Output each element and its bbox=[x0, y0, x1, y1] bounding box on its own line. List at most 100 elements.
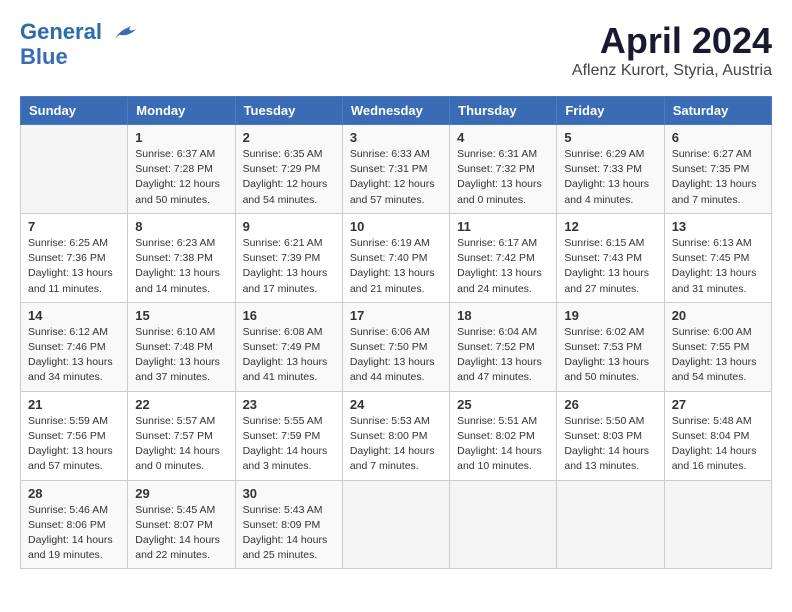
calendar-cell: 14 Sunrise: 6:12 AM Sunset: 7:46 PM Dayli… bbox=[21, 302, 128, 391]
calendar-cell: 20Sunrise: 6:00 AM Sunset: 7:55 PM Dayli… bbox=[664, 302, 771, 391]
cell-content: Sunrise: 6:29 AM Sunset: 7:33 PM Dayligh… bbox=[564, 147, 656, 208]
title-section: April 2024 Aflenz Kurort, Styria, Austri… bbox=[572, 20, 772, 80]
calendar-week-1: 1 Sunrise: 6:37 AM Sunset: 7:28 PM Daylig… bbox=[21, 125, 772, 214]
cell-content: Sunrise: 6:25 AM Sunset: 7:36 PM Dayligh… bbox=[28, 236, 120, 297]
day-number: 25 bbox=[457, 397, 549, 412]
calendar-week-3: 14 Sunrise: 6:12 AM Sunset: 7:46 PM Dayli… bbox=[21, 302, 772, 391]
cell-content: Sunrise: 5:55 AM Sunset: 7:59 PM Dayligh… bbox=[243, 414, 335, 475]
cell-content: Sunrise: 5:48 AM Sunset: 8:04 PM Dayligh… bbox=[672, 414, 764, 475]
day-number: 2 bbox=[243, 130, 335, 145]
cell-content: Sunrise: 6:37 AM Sunset: 7:28 PM Dayligh… bbox=[135, 147, 227, 208]
calendar-cell: 6 Sunrise: 6:27 AM Sunset: 7:35 PM Daylig… bbox=[664, 125, 771, 214]
calendar-cell: 3Sunrise: 6:33 AM Sunset: 7:31 PM Daylig… bbox=[342, 125, 449, 214]
day-number: 23 bbox=[243, 397, 335, 412]
day-number: 16 bbox=[243, 308, 335, 323]
day-number: 3 bbox=[350, 130, 442, 145]
calendar-cell bbox=[342, 480, 449, 569]
day-number: 22 bbox=[135, 397, 227, 412]
day-number: 18 bbox=[457, 308, 549, 323]
cell-content: Sunrise: 6:02 AM Sunset: 7:53 PM Dayligh… bbox=[564, 325, 656, 386]
cell-content: Sunrise: 6:23 AM Sunset: 7:38 PM Dayligh… bbox=[135, 236, 227, 297]
calendar-cell: 1 Sunrise: 6:37 AM Sunset: 7:28 PM Daylig… bbox=[128, 125, 235, 214]
cell-content: Sunrise: 6:35 AM Sunset: 7:29 PM Dayligh… bbox=[243, 147, 335, 208]
calendar-cell: 23 Sunrise: 5:55 AM Sunset: 7:59 PM Dayli… bbox=[235, 391, 342, 480]
cell-content: Sunrise: 5:43 AM Sunset: 8:09 PM Dayligh… bbox=[243, 503, 335, 564]
cell-content: Sunrise: 5:45 AM Sunset: 8:07 PM Dayligh… bbox=[135, 503, 227, 564]
calendar-cell: 27 Sunrise: 5:48 AM Sunset: 8:04 PM Dayli… bbox=[664, 391, 771, 480]
header-friday: Friday bbox=[557, 97, 664, 125]
calendar-cell: 25 Sunrise: 5:51 AM Sunset: 8:02 PM Dayli… bbox=[450, 391, 557, 480]
cell-content: Sunrise: 6:06 AM Sunset: 7:50 PM Dayligh… bbox=[350, 325, 442, 386]
logo-bird-icon bbox=[110, 21, 138, 45]
day-number: 28 bbox=[28, 486, 120, 501]
header-thursday: Thursday bbox=[450, 97, 557, 125]
calendar-header: SundayMondayTuesdayWednesdayThursdayFrid… bbox=[21, 97, 772, 125]
calendar-cell bbox=[450, 480, 557, 569]
cell-content: Sunrise: 6:12 AM Sunset: 7:46 PM Dayligh… bbox=[28, 325, 120, 386]
cell-content: Sunrise: 6:04 AM Sunset: 7:52 PM Dayligh… bbox=[457, 325, 549, 386]
header-sunday: Sunday bbox=[21, 97, 128, 125]
cell-content: Sunrise: 6:13 AM Sunset: 7:45 PM Dayligh… bbox=[672, 236, 764, 297]
logo-blue: Blue bbox=[20, 45, 138, 69]
calendar-cell: 30 Sunrise: 5:43 AM Sunset: 8:09 PM Dayli… bbox=[235, 480, 342, 569]
cell-content: Sunrise: 6:10 AM Sunset: 7:48 PM Dayligh… bbox=[135, 325, 227, 386]
day-number: 27 bbox=[672, 397, 764, 412]
calendar-week-5: 28 Sunrise: 5:46 AM Sunset: 8:06 PM Dayli… bbox=[21, 480, 772, 569]
calendar-cell bbox=[21, 125, 128, 214]
header-tuesday: Tuesday bbox=[235, 97, 342, 125]
header-row: SundayMondayTuesdayWednesdayThursdayFrid… bbox=[21, 97, 772, 125]
header-monday: Monday bbox=[128, 97, 235, 125]
cell-content: Sunrise: 5:51 AM Sunset: 8:02 PM Dayligh… bbox=[457, 414, 549, 475]
day-number: 20 bbox=[672, 308, 764, 323]
cell-content: Sunrise: 5:46 AM Sunset: 8:06 PM Dayligh… bbox=[28, 503, 120, 564]
day-number: 6 bbox=[672, 130, 764, 145]
cell-content: Sunrise: 6:08 AM Sunset: 7:49 PM Dayligh… bbox=[243, 325, 335, 386]
calendar-week-2: 7Sunrise: 6:25 AM Sunset: 7:36 PM Daylig… bbox=[21, 213, 772, 302]
calendar-cell: 21Sunrise: 5:59 AM Sunset: 7:56 PM Dayli… bbox=[21, 391, 128, 480]
day-number: 21 bbox=[28, 397, 120, 412]
page-header: General Blue April 2024 Aflenz Kurort, S… bbox=[20, 20, 772, 80]
calendar-cell bbox=[664, 480, 771, 569]
calendar-cell: 15Sunrise: 6:10 AM Sunset: 7:48 PM Dayli… bbox=[128, 302, 235, 391]
day-number: 30 bbox=[243, 486, 335, 501]
calendar-week-4: 21Sunrise: 5:59 AM Sunset: 7:56 PM Dayli… bbox=[21, 391, 772, 480]
day-number: 9 bbox=[243, 219, 335, 234]
calendar-cell: 11 Sunrise: 6:17 AM Sunset: 7:42 PM Dayli… bbox=[450, 213, 557, 302]
logo-text: General bbox=[20, 20, 138, 45]
day-number: 12 bbox=[564, 219, 656, 234]
cell-content: Sunrise: 5:50 AM Sunset: 8:03 PM Dayligh… bbox=[564, 414, 656, 475]
calendar-cell: 4Sunrise: 6:31 AM Sunset: 7:32 PM Daylig… bbox=[450, 125, 557, 214]
calendar-cell: 2 Sunrise: 6:35 AM Sunset: 7:29 PM Daylig… bbox=[235, 125, 342, 214]
day-number: 24 bbox=[350, 397, 442, 412]
cell-content: Sunrise: 6:17 AM Sunset: 7:42 PM Dayligh… bbox=[457, 236, 549, 297]
day-number: 17 bbox=[350, 308, 442, 323]
cell-content: Sunrise: 6:19 AM Sunset: 7:40 PM Dayligh… bbox=[350, 236, 442, 297]
calendar-cell: 29Sunrise: 5:45 AM Sunset: 8:07 PM Dayli… bbox=[128, 480, 235, 569]
calendar-cell: 26 Sunrise: 5:50 AM Sunset: 8:03 PM Dayli… bbox=[557, 391, 664, 480]
cell-content: Sunrise: 5:57 AM Sunset: 7:57 PM Dayligh… bbox=[135, 414, 227, 475]
calendar-table: SundayMondayTuesdayWednesdayThursdayFrid… bbox=[20, 96, 772, 569]
calendar-cell: 13Sunrise: 6:13 AM Sunset: 7:45 PM Dayli… bbox=[664, 213, 771, 302]
cell-content: Sunrise: 6:27 AM Sunset: 7:35 PM Dayligh… bbox=[672, 147, 764, 208]
calendar-cell: 8 Sunrise: 6:23 AM Sunset: 7:38 PM Daylig… bbox=[128, 213, 235, 302]
calendar-cell: 10 Sunrise: 6:19 AM Sunset: 7:40 PM Dayli… bbox=[342, 213, 449, 302]
header-saturday: Saturday bbox=[664, 97, 771, 125]
cell-content: Sunrise: 5:53 AM Sunset: 8:00 PM Dayligh… bbox=[350, 414, 442, 475]
day-number: 1 bbox=[135, 130, 227, 145]
calendar-cell: 19 Sunrise: 6:02 AM Sunset: 7:53 PM Dayli… bbox=[557, 302, 664, 391]
day-number: 14 bbox=[28, 308, 120, 323]
calendar-cell: 5Sunrise: 6:29 AM Sunset: 7:33 PM Daylig… bbox=[557, 125, 664, 214]
day-number: 10 bbox=[350, 219, 442, 234]
calendar-cell: 17 Sunrise: 6:06 AM Sunset: 7:50 PM Dayli… bbox=[342, 302, 449, 391]
header-wednesday: Wednesday bbox=[342, 97, 449, 125]
day-number: 19 bbox=[564, 308, 656, 323]
day-number: 8 bbox=[135, 219, 227, 234]
day-number: 26 bbox=[564, 397, 656, 412]
calendar-cell: 12Sunrise: 6:15 AM Sunset: 7:43 PM Dayli… bbox=[557, 213, 664, 302]
calendar-body: 1 Sunrise: 6:37 AM Sunset: 7:28 PM Daylig… bbox=[21, 125, 772, 569]
calendar-cell: 18 Sunrise: 6:04 AM Sunset: 7:52 PM Dayli… bbox=[450, 302, 557, 391]
calendar-cell: 16 Sunrise: 6:08 AM Sunset: 7:49 PM Dayli… bbox=[235, 302, 342, 391]
day-number: 11 bbox=[457, 219, 549, 234]
calendar-cell: 22 Sunrise: 5:57 AM Sunset: 7:57 PM Dayli… bbox=[128, 391, 235, 480]
calendar-cell: 28 Sunrise: 5:46 AM Sunset: 8:06 PM Dayli… bbox=[21, 480, 128, 569]
